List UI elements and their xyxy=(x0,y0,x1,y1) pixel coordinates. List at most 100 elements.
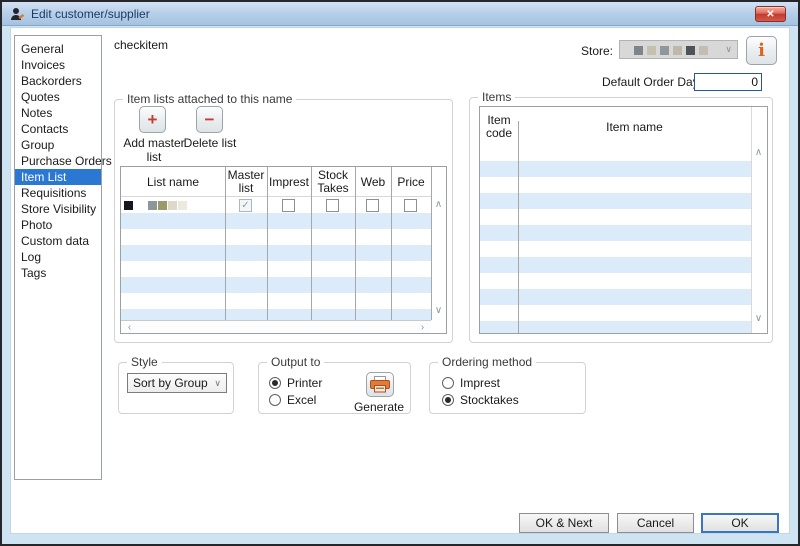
column-header-master-list[interactable]: Master list xyxy=(224,167,268,197)
column-divider xyxy=(225,167,226,320)
excel-radio[interactable] xyxy=(269,394,281,406)
printer-radio[interactable] xyxy=(269,377,281,389)
sidebar-item-tags[interactable]: Tags xyxy=(15,265,101,281)
scroll-down-button[interactable]: ∨ xyxy=(751,313,766,325)
column-header-price[interactable]: Price xyxy=(391,167,431,197)
items-group-title: Items xyxy=(478,90,515,104)
stocktakes-radio[interactable] xyxy=(442,394,454,406)
scroll-left-button[interactable]: ‹ xyxy=(122,322,137,334)
column-divider xyxy=(355,167,356,320)
cancel-button[interactable]: Cancel xyxy=(617,513,694,533)
items-table: Item code Item name ∧ ∨ xyxy=(479,106,768,334)
window-title: Edit customer/supplier xyxy=(31,7,150,21)
sidebar-item-photo[interactable]: Photo xyxy=(15,217,101,233)
column-divider xyxy=(311,167,312,320)
cancel-button-label: Cancel xyxy=(637,516,674,530)
generate-label: Generate xyxy=(349,400,409,414)
scrollbar-divider xyxy=(751,107,752,333)
column-header-stock-takes[interactable]: Stock Takes xyxy=(313,167,353,197)
close-button[interactable]: ✕ xyxy=(755,6,786,22)
scrollbar-divider xyxy=(431,167,432,320)
generate-button[interactable] xyxy=(366,372,394,397)
chevron-down-icon: ∨ xyxy=(214,378,221,389)
default-order-days-input[interactable] xyxy=(694,73,762,91)
output-group-title: Output to xyxy=(267,355,324,369)
column-header-item-code[interactable]: Item code xyxy=(481,107,517,147)
add-master-list-button[interactable]: + xyxy=(139,106,166,133)
redacted-block xyxy=(634,46,643,55)
close-icon: ✕ xyxy=(766,9,774,20)
chevron-down-icon: ∨ xyxy=(725,44,732,55)
sidebar-item-requisitions[interactable]: Requisitions xyxy=(15,185,101,201)
items-group: Items Item code Item name ∧ ∨ xyxy=(469,97,773,343)
style-group-title: Style xyxy=(127,355,162,369)
redacted-block xyxy=(660,46,669,55)
sidebar-item-notes[interactable]: Notes xyxy=(15,105,101,121)
sidebar-item-invoices[interactable]: Invoices xyxy=(15,57,101,73)
app-icon xyxy=(9,6,25,22)
info-button[interactable]: i xyxy=(746,36,777,65)
sidebar-item-item-list[interactable]: Item List xyxy=(15,169,101,185)
imprest-radio-label[interactable]: Imprest xyxy=(460,376,500,390)
store-select[interactable]: ∨ xyxy=(619,40,738,59)
dialog-window: Edit customer/supplier ✕ General Invoice… xyxy=(0,0,800,546)
sidebar-item-custom-data[interactable]: Custom data xyxy=(15,233,101,249)
chevron-down-icon: ∨ xyxy=(435,305,442,316)
ordering-method-group: Ordering method Imprest Stocktakes xyxy=(429,362,586,414)
scroll-down-button[interactable]: ∨ xyxy=(431,305,446,317)
sidebar-item-quotes[interactable]: Quotes xyxy=(15,89,101,105)
info-icon: i xyxy=(758,42,765,60)
redacted-block xyxy=(148,201,157,210)
plus-icon: + xyxy=(148,111,158,128)
redacted-block xyxy=(673,46,682,55)
style-select[interactable]: Sort by Group ∨ xyxy=(127,373,227,393)
column-header-web[interactable]: Web xyxy=(353,167,393,197)
redacted-block xyxy=(124,201,133,210)
printer-radio-label[interactable]: Printer xyxy=(287,376,322,390)
scroll-up-button[interactable]: ∧ xyxy=(431,199,446,211)
redacted-block xyxy=(699,46,708,55)
sidebar-item-general[interactable]: General xyxy=(15,41,101,57)
delete-list-button[interactable]: − xyxy=(196,106,223,133)
column-header-imprest[interactable]: Imprest xyxy=(263,167,315,197)
chevron-up-icon: ∧ xyxy=(435,199,442,210)
redacted-block xyxy=(686,46,695,55)
style-group: Style Sort by Group ∨ xyxy=(118,362,234,414)
default-order-days-label: Default Order Days xyxy=(602,75,705,89)
imprest-radio[interactable] xyxy=(442,377,454,389)
redacted-block xyxy=(647,46,656,55)
chevron-right-icon: › xyxy=(421,322,424,333)
stock-takes-checkbox[interactable]: ✓ xyxy=(326,199,339,212)
column-header-item-name[interactable]: Item name xyxy=(518,107,751,147)
item-lists-group-title: Item lists attached to this name xyxy=(123,92,296,106)
minus-icon: − xyxy=(205,111,215,128)
column-header-list-name[interactable]: List name xyxy=(143,167,203,197)
sidebar-item-contacts[interactable]: Contacts xyxy=(15,121,101,137)
chevron-up-icon: ∧ xyxy=(755,147,762,158)
table-rows-stripes xyxy=(480,145,751,333)
excel-radio-label[interactable]: Excel xyxy=(287,393,316,407)
scroll-up-button[interactable]: ∧ xyxy=(751,147,766,159)
stocktakes-radio-label[interactable]: Stocktakes xyxy=(460,393,519,407)
item-lists-group: Item lists attached to this name + Add m… xyxy=(114,99,453,343)
sidebar-item-purchase-orders[interactable]: Purchase Orders xyxy=(15,153,101,169)
price-checkbox[interactable]: ✓ xyxy=(404,199,417,212)
sidebar-item-log[interactable]: Log xyxy=(15,249,101,265)
horizontal-scrollbar[interactable]: ‹ › xyxy=(121,320,431,333)
sidebar-item-store-visibility[interactable]: Store Visibility xyxy=(15,201,101,217)
web-checkbox[interactable]: ✓ xyxy=(366,199,379,212)
table-rows-stripes xyxy=(121,197,431,320)
imprest-checkbox[interactable]: ✓ xyxy=(282,199,295,212)
sidebar-item-backorders[interactable]: Backorders xyxy=(15,73,101,89)
ok-next-button[interactable]: OK & Next xyxy=(519,513,609,533)
chevron-left-icon: ‹ xyxy=(128,322,131,333)
ok-next-button-label: OK & Next xyxy=(536,516,593,530)
ok-button[interactable]: OK xyxy=(701,513,779,533)
check-icon: ✓ xyxy=(241,200,249,211)
sidebar-item-group[interactable]: Group xyxy=(15,137,101,153)
ok-button-label: OK xyxy=(731,516,748,530)
store-label: Store: xyxy=(556,44,613,58)
master-list-checkbox[interactable]: ✓ xyxy=(239,199,252,212)
scroll-right-button[interactable]: › xyxy=(415,322,430,334)
dialog-body: General Invoices Backorders Quotes Notes… xyxy=(10,27,790,534)
